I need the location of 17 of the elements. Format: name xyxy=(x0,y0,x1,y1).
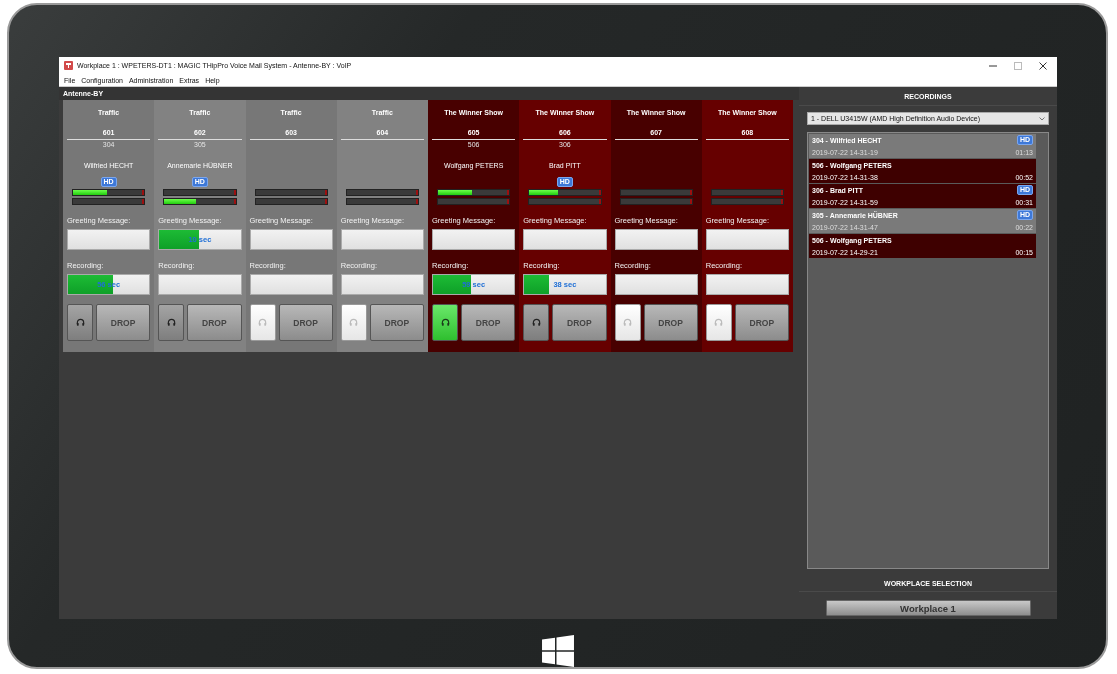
drop-button[interactable]: DROP xyxy=(461,304,516,341)
workplace-button[interactable]: Workplace 1 xyxy=(825,600,1031,616)
app-icon xyxy=(64,61,73,70)
headphones-icon xyxy=(166,318,176,327)
drop-button[interactable]: DROP xyxy=(552,304,607,341)
chevron-down-icon xyxy=(1039,116,1045,121)
drop-button[interactable]: DROP xyxy=(187,304,242,341)
four-pane-logo-icon[interactable] xyxy=(542,635,574,667)
headphones-icon xyxy=(623,318,632,327)
headphones-icon xyxy=(714,318,724,327)
headphones-icon xyxy=(258,318,267,327)
drop-button[interactable]: DROP xyxy=(96,304,151,341)
close-icon[interactable] xyxy=(1039,61,1047,70)
headphones-icon xyxy=(349,318,359,327)
headphones-icon xyxy=(531,318,541,327)
headphones-icon xyxy=(440,318,450,327)
headphones-icon xyxy=(75,318,85,327)
